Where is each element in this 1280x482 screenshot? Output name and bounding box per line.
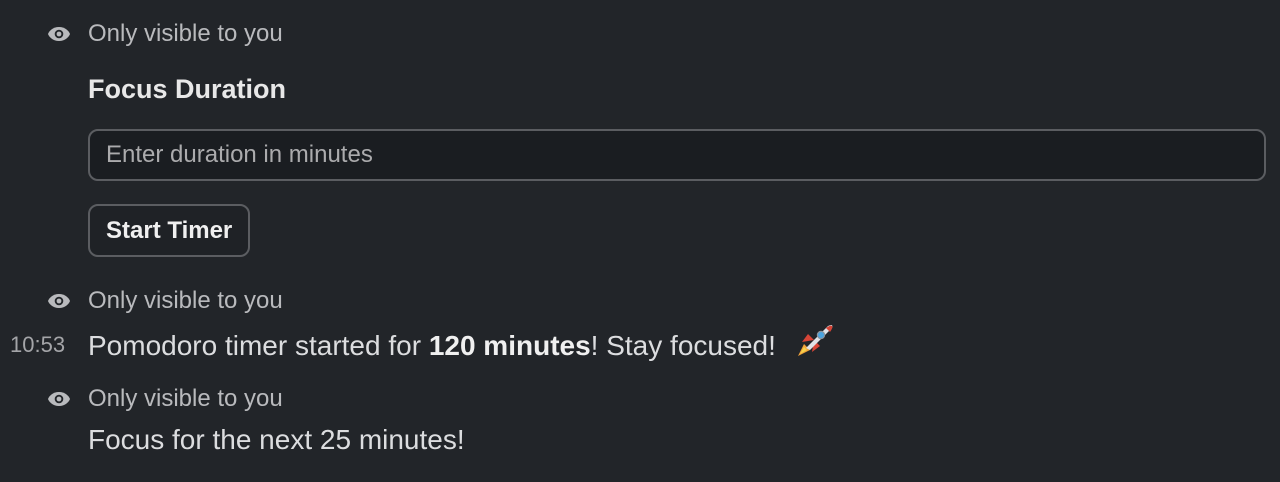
ephemeral-notice-label: Only visible to you (88, 20, 283, 47)
focus-message: Focus for the next 25 minutes! (88, 424, 465, 455)
message-text-after: ! Stay focused! (590, 329, 776, 361)
ephemeral-notice: Only visible to you (46, 287, 283, 315)
message-duration-bold: 120 minutes (428, 329, 591, 361)
eye-icon (46, 386, 72, 412)
focus-duration-heading: Focus Duration (88, 74, 287, 104)
rocket-icon (792, 318, 836, 369)
message-text-before: Pomodoro timer started for (88, 329, 429, 361)
start-timer-button[interactable]: Start Timer (88, 204, 251, 257)
ephemeral-notice-label: Only visible to you (88, 385, 283, 412)
ephemeral-notice: Only visible to you (46, 385, 283, 413)
message-timestamp[interactable]: 10:53 (10, 332, 65, 358)
timer-started-message: Pomodoro timer started for 120 minutes! … (88, 324, 836, 369)
eye-icon (46, 288, 72, 314)
ephemeral-notice-label: Only visible to you (88, 287, 283, 314)
eye-icon (46, 21, 72, 47)
ephemeral-notice: Only visible to you (46, 20, 283, 48)
duration-input[interactable] (88, 129, 1266, 181)
